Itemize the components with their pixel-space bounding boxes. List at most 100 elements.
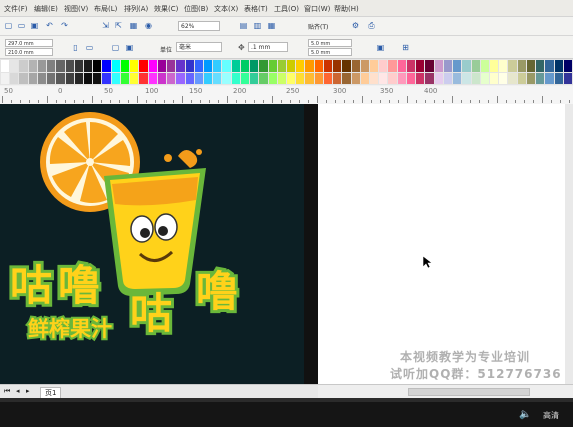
color-swatch[interactable]	[305, 72, 314, 84]
color-swatch[interactable]	[74, 72, 84, 84]
color-swatch[interactable]	[120, 60, 130, 72]
color-swatch[interactable]	[517, 72, 526, 84]
color-swatch[interactable]	[1, 60, 10, 72]
color-swatch[interactable]	[176, 72, 185, 84]
menu-bitmaps[interactable]: 位图(B)	[184, 4, 208, 14]
drawing-canvas[interactable]	[318, 104, 565, 384]
menu-table[interactable]: 表格(T)	[244, 4, 268, 14]
color-swatch[interactable]	[499, 60, 508, 72]
color-swatch[interactable]	[93, 60, 102, 72]
horizontal-ruler[interactable]: 50 0 50 100 150 200 250 300 350 400	[0, 86, 573, 105]
color-swatch[interactable]	[462, 60, 471, 72]
color-swatch[interactable]	[416, 72, 425, 84]
color-swatch[interactable]	[370, 72, 379, 84]
landscape-icon[interactable]: ▭	[84, 42, 95, 53]
color-swatch[interactable]	[499, 72, 508, 84]
color-swatch[interactable]	[102, 60, 111, 72]
color-swatch[interactable]	[351, 72, 360, 84]
vertical-scrollbar[interactable]	[565, 104, 573, 384]
color-swatch[interactable]	[406, 60, 416, 72]
color-swatch[interactable]	[443, 60, 453, 72]
color-swatch[interactable]	[157, 72, 167, 84]
color-swatch[interactable]	[397, 60, 406, 72]
color-swatch[interactable]	[563, 60, 572, 72]
page-height-field[interactable]: 210.0 mm	[5, 48, 53, 56]
color-swatch[interactable]	[323, 60, 333, 72]
color-swatch[interactable]	[240, 72, 250, 84]
menu-layout[interactable]: 布局(L)	[94, 4, 117, 14]
color-swatch[interactable]	[425, 72, 434, 84]
color-swatch[interactable]	[296, 72, 305, 84]
new-document-icon[interactable]: ▢	[3, 20, 14, 31]
color-swatch[interactable]	[517, 60, 526, 72]
color-swatch[interactable]	[268, 72, 277, 84]
menu-help[interactable]: 帮助(H)	[334, 4, 359, 14]
page-width-field[interactable]: 297.0 mm	[5, 39, 53, 47]
color-swatch[interactable]	[259, 72, 268, 84]
color-swatch[interactable]	[388, 72, 397, 84]
units-option-icon[interactable]: ▣	[375, 42, 386, 53]
import-icon[interactable]: ⇲	[100, 20, 111, 31]
color-swatch[interactable]	[351, 60, 360, 72]
color-swatch[interactable]	[65, 60, 74, 72]
color-swatch[interactable]	[286, 60, 296, 72]
color-swatch[interactable]	[10, 60, 19, 72]
color-swatch[interactable]	[19, 72, 28, 84]
color-swatch[interactable]	[323, 72, 333, 84]
color-swatch[interactable]	[130, 60, 139, 72]
color-swatch[interactable]	[56, 60, 65, 72]
color-swatch[interactable]	[93, 72, 102, 84]
snap-to-dropdown[interactable]: 贴齐(T)	[308, 22, 328, 31]
color-swatch[interactable]	[462, 72, 471, 84]
artwork-panel[interactable]: 咕 噜 咕 噜 鲜榨果汁	[0, 104, 304, 384]
redo-icon[interactable]: ↷	[59, 20, 70, 31]
color-swatch[interactable]	[471, 60, 480, 72]
color-swatch[interactable]	[379, 60, 388, 72]
nudge-distance-field[interactable]: .1 mm	[248, 42, 288, 52]
color-swatch[interactable]	[370, 60, 379, 72]
duplicate-x-field[interactable]: 5.0 mm	[308, 39, 352, 47]
color-swatch[interactable]	[314, 72, 323, 84]
color-swatch[interactable]	[130, 72, 139, 84]
color-swatch[interactable]	[185, 72, 194, 84]
color-swatch[interactable]	[388, 60, 397, 72]
menu-arrange[interactable]: 排列(A)	[124, 4, 148, 14]
export-icon[interactable]: ⇱	[113, 20, 124, 31]
add-page-icon[interactable]: ▸	[26, 387, 30, 395]
color-swatch[interactable]	[148, 60, 157, 72]
color-swatch[interactable]	[480, 60, 489, 72]
color-swatch[interactable]	[545, 60, 554, 72]
color-swatch[interactable]	[379, 72, 388, 84]
color-swatch[interactable]	[139, 60, 148, 72]
color-swatch[interactable]	[342, 72, 351, 84]
portrait-icon[interactable]: ▯	[70, 42, 81, 53]
color-swatch[interactable]	[434, 60, 443, 72]
color-swatch[interactable]	[314, 60, 323, 72]
color-swatch[interactable]	[139, 72, 148, 84]
save-icon[interactable]: ▣	[29, 20, 40, 31]
menu-edit[interactable]: 编辑(E)	[34, 4, 58, 14]
color-swatch[interactable]	[84, 72, 93, 84]
color-swatch[interactable]	[453, 60, 462, 72]
color-swatch[interactable]	[305, 60, 314, 72]
horizontal-scroll-thumb[interactable]	[408, 388, 530, 396]
color-swatch[interactable]	[47, 72, 56, 84]
color-swatch[interactable]	[167, 60, 176, 72]
open-icon[interactable]: ▭	[16, 20, 27, 31]
color-swatch[interactable]	[10, 72, 19, 84]
color-swatch[interactable]	[84, 60, 93, 72]
color-swatch[interactable]	[231, 60, 240, 72]
full-screen-icon[interactable]: ▤	[238, 20, 249, 31]
color-swatch[interactable]	[296, 60, 305, 72]
color-swatch[interactable]	[360, 60, 370, 72]
color-swatch[interactable]	[222, 72, 231, 84]
menu-file[interactable]: 文件(F)	[4, 4, 28, 14]
color-swatch[interactable]	[111, 72, 120, 84]
color-swatch[interactable]	[37, 72, 47, 84]
undo-icon[interactable]: ↶	[44, 20, 55, 31]
options-icon[interactable]: ⚙	[350, 20, 361, 31]
color-swatch[interactable]	[268, 60, 277, 72]
color-swatch[interactable]	[489, 72, 499, 84]
quality-button[interactable]: 高清	[543, 410, 559, 421]
prev-page-icon[interactable]: ◂	[16, 387, 20, 395]
